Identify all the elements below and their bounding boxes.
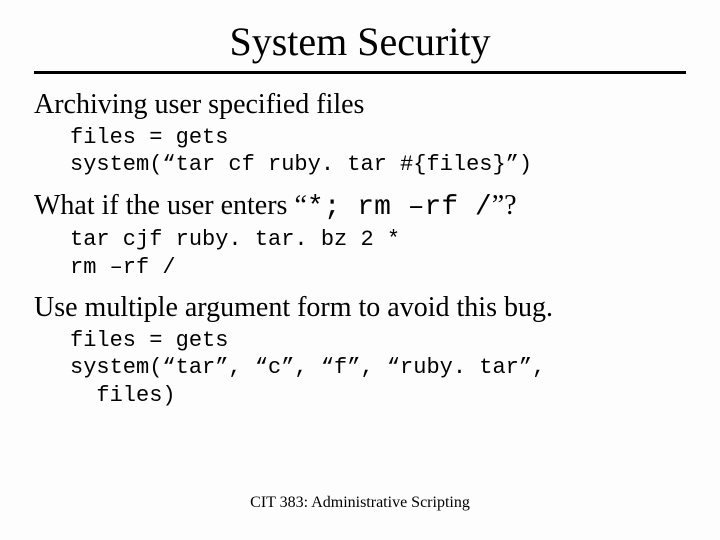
- slide-footer: CIT 383: Administrative Scripting: [0, 494, 720, 512]
- section-1-heading: Archiving user specified files: [34, 88, 686, 122]
- section-2-heading-pre: What if the user enters “: [34, 190, 307, 221]
- slide-title: System Security: [34, 18, 686, 65]
- section-2-heading: What if the user enters “*; rm –rf /”?: [34, 189, 686, 225]
- title-underline: [34, 71, 686, 74]
- section-2-heading-cmd: *; rm –rf /: [307, 192, 492, 223]
- section-3-code: files = gets system(“tar”, “c”, “f”, “ru…: [70, 327, 686, 410]
- section-1-code: files = gets system(“tar cf ruby. tar #{…: [70, 124, 686, 179]
- section-2-code: tar cjf ruby. tar. bz 2 * rm –rf /: [70, 226, 686, 281]
- section-3-heading: Use multiple argument form to avoid this…: [34, 291, 686, 325]
- section-2-heading-post: ”?: [492, 190, 517, 221]
- slide: System Security Archiving user specified…: [0, 0, 720, 540]
